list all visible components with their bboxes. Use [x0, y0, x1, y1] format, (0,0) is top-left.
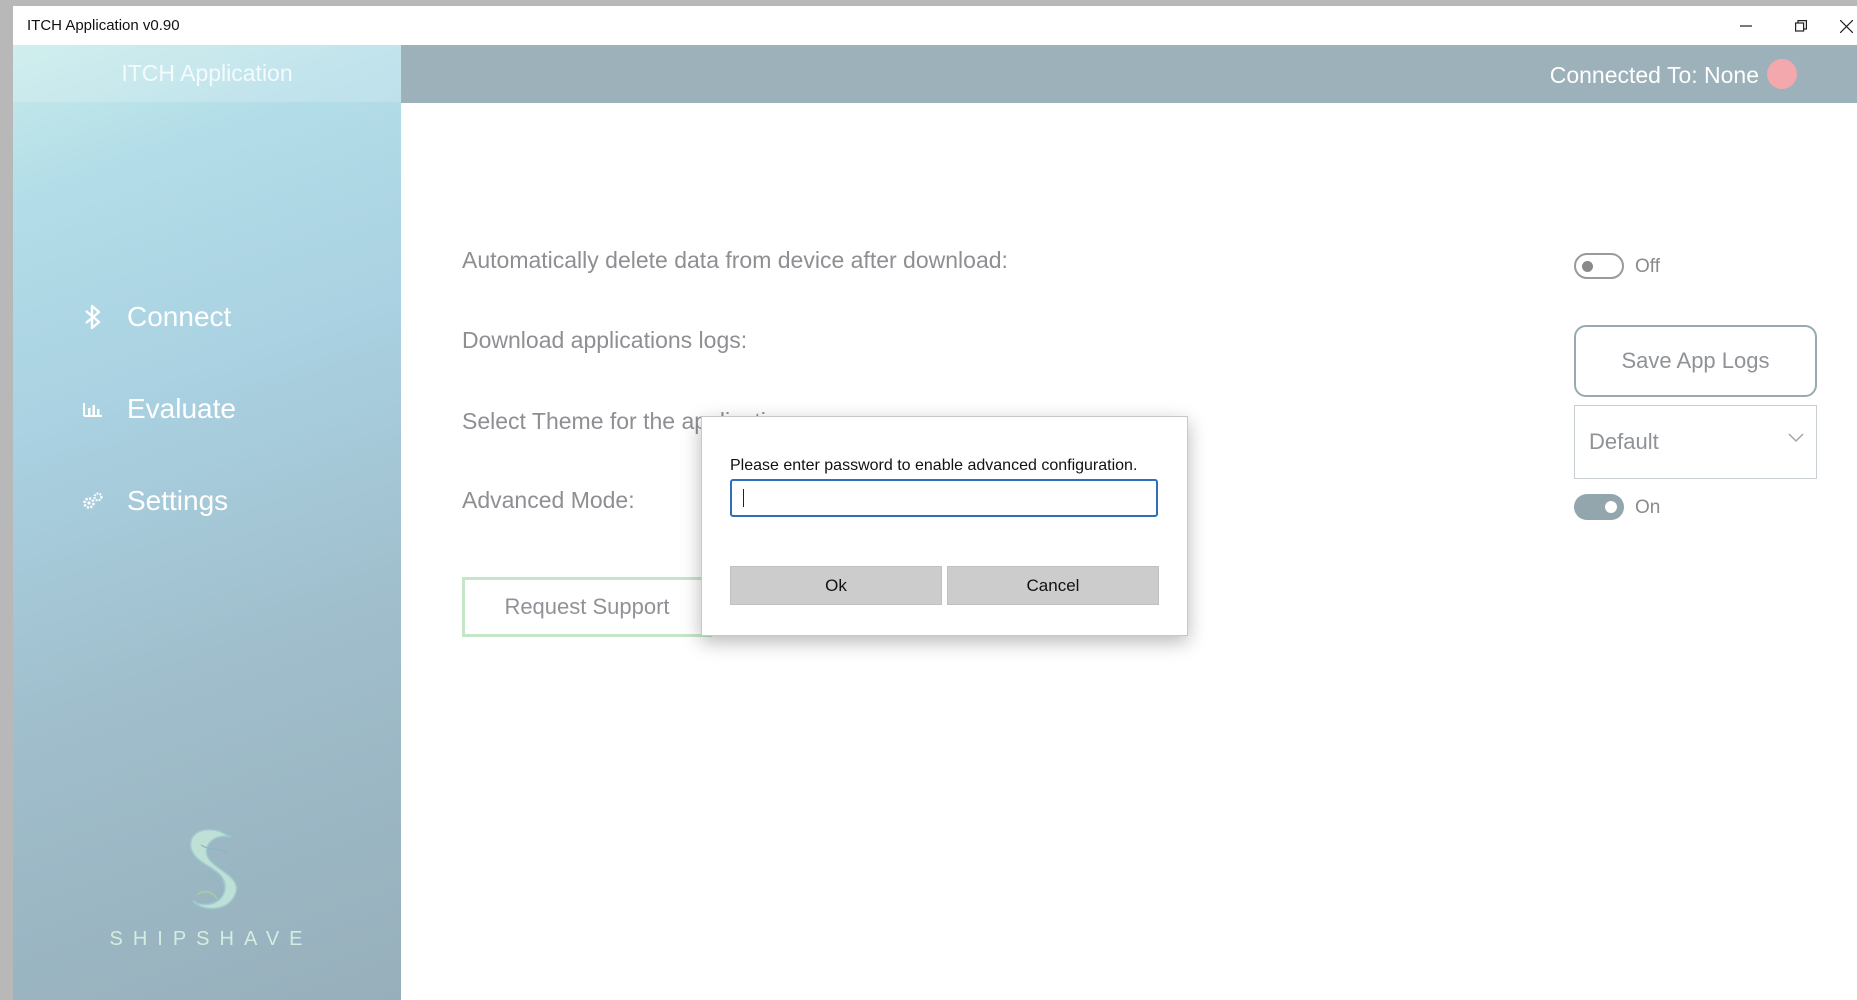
gears-icon [73, 486, 113, 516]
sidebar-item-label: Settings [127, 485, 229, 516]
save-app-logs-button[interactable]: Save App Logs [1574, 325, 1817, 397]
sidebar-item-label: Evaluate [127, 393, 236, 424]
title-bar: ITCH Application v0.90 [13, 6, 1857, 45]
sidebar-app-title: ITCH Application [13, 45, 401, 102]
auto-delete-state: Off [1635, 256, 1660, 277]
shipshave-logo-mark [189, 828, 238, 910]
sidebar-item-evaluate[interactable]: Evaluate [73, 385, 373, 433]
top-header: Connected To: None [401, 45, 1857, 103]
sidebar-item-settings[interactable]: Settings [73, 477, 373, 525]
restore-button[interactable] [1781, 12, 1821, 40]
auto-delete-toggle[interactable] [1574, 253, 1624, 279]
shipshave-logo: SHIPSHAVE [101, 825, 321, 951]
text-caret [743, 489, 744, 507]
toggle-knob [1582, 261, 1593, 272]
toggle-knob [1605, 501, 1617, 513]
connection-status-indicator [1767, 59, 1797, 89]
connection-status-label: Connected To: None [1549, 62, 1759, 88]
minimize-icon [1740, 25, 1752, 27]
sidebar: ITCH Application Connect Evaluate Settin… [13, 45, 401, 1000]
password-prompt: Please enter password to enable advanced… [730, 457, 1138, 474]
password-input[interactable] [730, 479, 1158, 517]
theme-select[interactable]: Default [1574, 405, 1817, 479]
auto-delete-label: Automatically delete data from device af… [462, 247, 1008, 273]
advanced-mode-state: On [1635, 497, 1661, 518]
ok-button[interactable]: Ok [730, 566, 942, 605]
close-button[interactable] [1835, 12, 1857, 40]
download-logs-label: Download applications logs: [462, 327, 748, 353]
cancel-button[interactable]: Cancel [947, 566, 1159, 605]
chart-icon [73, 394, 113, 424]
sidebar-item-connect[interactable]: Connect [73, 293, 373, 341]
chevron-down-icon [1788, 430, 1804, 448]
password-dialog: Please enter password to enable advanced… [701, 416, 1188, 636]
advanced-mode-toggle[interactable] [1574, 494, 1624, 520]
app-window: ITCH Application v0.90 ITCH Application … [13, 6, 1857, 1000]
close-icon [1839, 19, 1853, 33]
minimize-button[interactable] [1726, 12, 1766, 40]
logo-text: SHIPSHAVE [109, 928, 313, 950]
bluetooth-icon [73, 302, 113, 332]
restore-icon [1795, 20, 1807, 32]
theme-select-value: Default [1589, 429, 1659, 454]
advanced-mode-label: Advanced Mode: [462, 487, 635, 513]
window-title: ITCH Application v0.90 [27, 17, 180, 34]
request-support-button[interactable]: Request Support [462, 577, 712, 637]
sidebar-item-label: Connect [127, 301, 232, 332]
